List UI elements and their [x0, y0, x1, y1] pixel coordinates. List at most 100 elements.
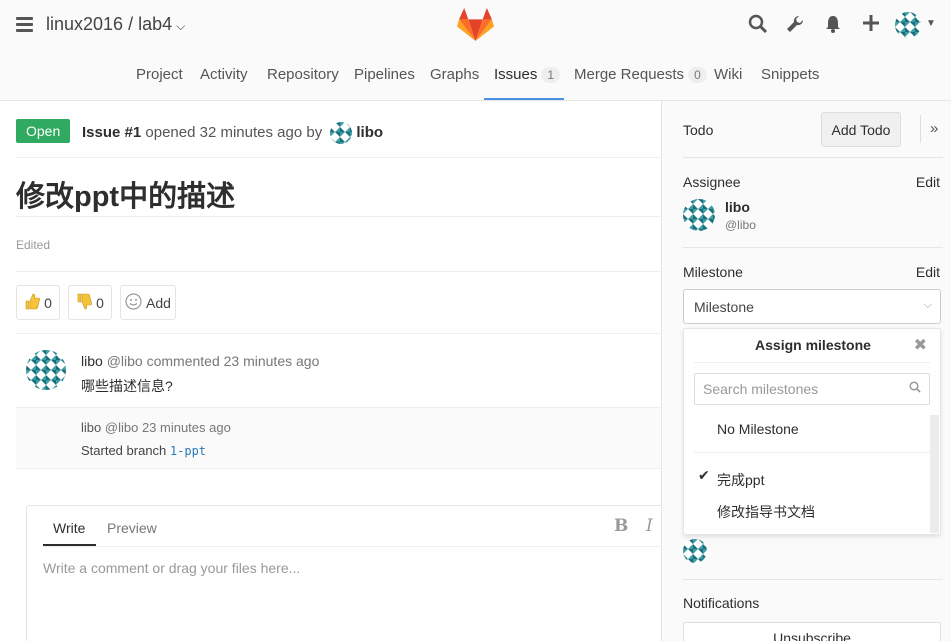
- issue-meta: Issue #1 opened 32 minutes ago by libo: [82, 122, 383, 144]
- milestone-label: Milestone: [683, 264, 743, 280]
- note-body: 哪些描述信息?: [81, 378, 173, 394]
- italic-button[interactable]: I: [646, 516, 653, 536]
- tab-wiki[interactable]: Wiki: [714, 66, 742, 83]
- system-note-body: Started branch 1-ppt: [81, 443, 206, 458]
- divider: [694, 362, 930, 363]
- chevron-down-icon: ⌵: [923, 299, 932, 311]
- tab-pipelines[interactable]: Pipelines: [354, 66, 415, 83]
- menu-icon[interactable]: [16, 17, 33, 32]
- assignee-label: Assignee: [683, 174, 741, 190]
- system-note-header: libo @libo 23 minutes ago: [81, 420, 231, 435]
- project-path[interactable]: linux2016 / lab4 ⌵: [46, 14, 185, 35]
- tab-repository[interactable]: Repository: [267, 66, 339, 83]
- avatar[interactable]: [26, 350, 66, 390]
- divider: [43, 546, 663, 547]
- comment-textarea[interactable]: Write a comment or drag your files here.…: [43, 560, 300, 576]
- divider: [16, 271, 661, 272]
- divider: [16, 216, 661, 217]
- system-note-handle[interactable]: @libo: [105, 420, 138, 435]
- merge-requests-count-badge: 0: [688, 67, 707, 83]
- tab-graphs[interactable]: Graphs: [430, 66, 479, 83]
- project-nav: Project Activity Repository Pipelines Gr…: [0, 56, 951, 101]
- system-note-author[interactable]: libo: [81, 420, 101, 435]
- tab-write[interactable]: Write: [53, 520, 85, 536]
- note-author[interactable]: libo: [81, 353, 103, 369]
- avatar[interactable]: [683, 199, 715, 231]
- scrollbar[interactable]: [930, 415, 939, 533]
- divider: [16, 333, 661, 334]
- thumbs-up-icon: [24, 293, 41, 313]
- comment-form: Write Preview B I Write a comment or dra…: [26, 505, 666, 641]
- bold-button[interactable]: B: [614, 516, 628, 536]
- notifications-label: Notifications: [683, 595, 760, 611]
- divider: [694, 452, 930, 453]
- thumbs-down-button[interactable]: 0: [68, 285, 112, 320]
- unsubscribe-button[interactable]: Unsubscribe: [683, 622, 941, 641]
- system-note: [16, 407, 661, 469]
- author-link[interactable]: libo: [356, 124, 383, 141]
- gitlab-logo[interactable]: [457, 7, 494, 42]
- system-note-time: 23 minutes ago: [141, 420, 231, 435]
- tab-project[interactable]: Project: [136, 66, 183, 83]
- chevron-down-icon[interactable]: ▼: [926, 18, 936, 29]
- divider: [683, 157, 943, 158]
- thumbs-up-count: 0: [44, 294, 52, 311]
- issue-opened-text: opened 32 minutes ago by: [145, 123, 323, 141]
- issues-count-badge: 1: [541, 67, 561, 83]
- top-header: linux2016 / lab4 ⌵ ▼ Project Activity Rep…: [0, 0, 951, 101]
- status-badge: Open: [16, 119, 71, 143]
- assignee-edit-link[interactable]: Edit: [916, 174, 940, 190]
- milestone-select-value: Milestone: [694, 299, 754, 315]
- search-icon: [909, 381, 921, 396]
- milestone-option[interactable]: 完成ppt: [717, 470, 764, 490]
- search-placeholder: Search milestones: [703, 381, 819, 397]
- search-milestones-input[interactable]: Search milestones: [694, 373, 930, 405]
- milestone-select[interactable]: Milestone ⌵: [683, 289, 941, 324]
- close-icon[interactable]: ✖: [914, 335, 927, 355]
- branch-link[interactable]: 1-ppt: [170, 444, 206, 458]
- tab-preview[interactable]: Preview: [107, 520, 157, 536]
- note-meta: commented 23 minutes ago: [146, 353, 320, 369]
- thumbs-up-button[interactable]: 0: [16, 285, 60, 320]
- divider: [683, 579, 943, 580]
- divider: [683, 247, 943, 248]
- issue-title: 修改ppt中的描述: [16, 181, 236, 213]
- bell-icon[interactable]: [822, 14, 844, 36]
- check-icon: ✔: [698, 467, 710, 483]
- issue-main: Open Issue #1 opened 32 minutes ago by l…: [0, 101, 666, 641]
- user-avatar[interactable]: [895, 12, 921, 38]
- divider: [16, 157, 661, 158]
- wrench-icon[interactable]: [784, 14, 806, 36]
- plus-icon[interactable]: [860, 14, 882, 36]
- note-header: libo @libo commented 23 minutes ago: [81, 353, 319, 369]
- system-note-text: Started branch: [81, 443, 167, 458]
- todo-label: Todo: [683, 122, 714, 138]
- tab-snippets[interactable]: Snippets: [761, 66, 819, 83]
- add-award-button[interactable]: Add: [120, 285, 176, 320]
- collapse-sidebar-icon[interactable]: »: [920, 115, 938, 143]
- active-tab-indicator: [484, 98, 564, 100]
- tab-activity[interactable]: Activity: [200, 66, 248, 83]
- tab-issues[interactable]: Issues 1: [494, 66, 561, 83]
- issue-sidebar: Todo Add Todo » Assignee Edit libo @libo…: [661, 101, 951, 641]
- add-todo-button[interactable]: Add Todo: [821, 112, 901, 147]
- chevron-down-icon: ⌵: [176, 19, 186, 33]
- assignee-username: @libo: [725, 218, 756, 232]
- milestone-option[interactable]: 修改指导书文档: [717, 502, 815, 522]
- no-milestone-option[interactable]: No Milestone: [717, 421, 799, 437]
- assignee-name[interactable]: libo: [725, 199, 750, 215]
- note-handle[interactable]: @libo: [107, 353, 143, 369]
- issue-ref: Issue #1: [82, 123, 142, 141]
- milestone-dropdown: Assign milestone ✖ Search milestones No …: [683, 328, 941, 535]
- add-award-label: Add: [146, 294, 171, 311]
- tab-merge-requests[interactable]: Merge Requests 0: [574, 66, 707, 83]
- search-icon[interactable]: [747, 14, 769, 36]
- edited-label: Edited: [16, 238, 51, 252]
- thumbs-down-count: 0: [96, 294, 104, 311]
- thumbs-down-icon: [76, 293, 93, 313]
- author-avatar[interactable]: [330, 122, 353, 144]
- dropdown-title: Assign milestone: [755, 337, 871, 353]
- milestone-edit-link[interactable]: Edit: [916, 264, 940, 280]
- smiley-icon: [125, 292, 142, 313]
- avatar[interactable]: [683, 539, 707, 563]
